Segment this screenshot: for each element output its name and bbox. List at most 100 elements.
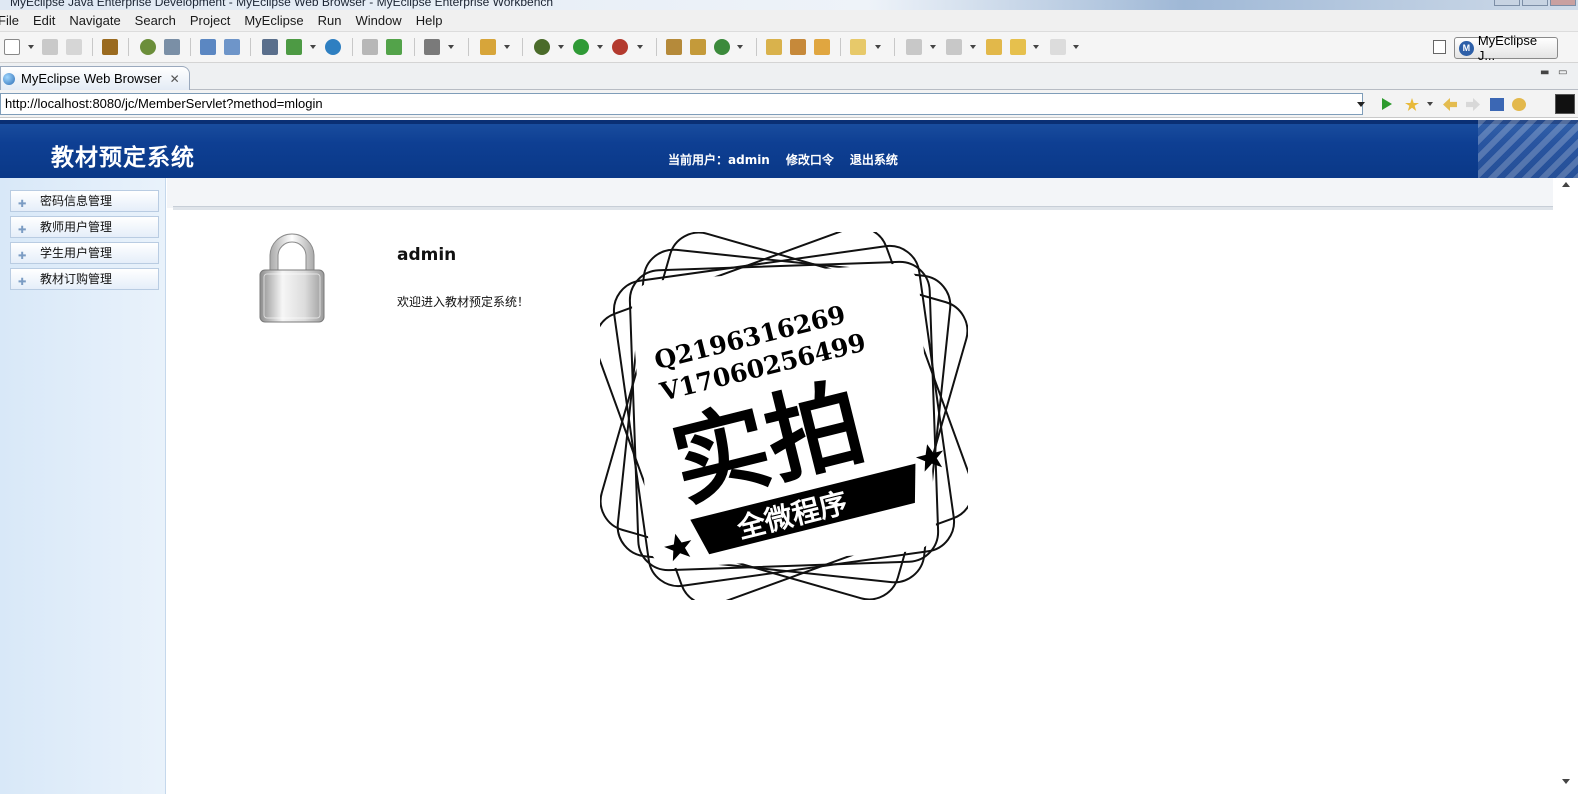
package-icon[interactable] bbox=[102, 39, 118, 55]
editor-tab-bar: MyEclipse Web Browser ✕ ▬ ▭ bbox=[0, 63, 1578, 90]
open-perspective-icon[interactable] bbox=[1433, 40, 1446, 54]
external-tools-icon[interactable] bbox=[612, 39, 628, 55]
scroll-down-icon[interactable] bbox=[1562, 779, 1570, 784]
menu-myeclipse[interactable]: MyEclipse bbox=[237, 13, 310, 28]
server-icon[interactable] bbox=[164, 39, 180, 55]
print-icon[interactable] bbox=[66, 39, 82, 55]
menu-navigate[interactable]: Navigate bbox=[62, 13, 127, 28]
tab-label: MyEclipse Web Browser bbox=[21, 71, 162, 86]
toolbar-separator bbox=[840, 38, 841, 56]
chevron-down-icon[interactable] bbox=[1427, 102, 1433, 106]
main-toolbar: M MyEclipse J... bbox=[0, 32, 1578, 63]
prev-annotation-icon[interactable] bbox=[946, 39, 962, 55]
browser-globe-icon[interactable] bbox=[325, 39, 341, 55]
header-stripe bbox=[0, 120, 1578, 124]
add-icon[interactable] bbox=[386, 39, 402, 55]
chevron-down-icon[interactable] bbox=[637, 45, 643, 49]
chevron-down-icon[interactable] bbox=[875, 45, 881, 49]
close-window-button[interactable] bbox=[1550, 0, 1576, 6]
forward-icon[interactable] bbox=[1466, 98, 1480, 111]
new-wizard-alt-icon[interactable] bbox=[224, 39, 240, 55]
toolbar-separator bbox=[92, 38, 93, 56]
sidebar-item-orders[interactable]: ✚ 教材订购管理 bbox=[10, 268, 159, 290]
lock-icon bbox=[259, 233, 325, 323]
chevron-down-icon[interactable] bbox=[1033, 45, 1039, 49]
search-tool-icon[interactable] bbox=[790, 39, 806, 55]
save-icon[interactable] bbox=[42, 39, 58, 55]
bullet-icon: ✚ bbox=[18, 251, 27, 262]
perspective-myeclipse-button[interactable]: M MyEclipse J... bbox=[1454, 33, 1558, 63]
menu-search[interactable]: Search bbox=[128, 13, 183, 28]
chevron-down-icon[interactable] bbox=[448, 45, 454, 49]
url-input[interactable]: http://localhost:8080/jc/MemberServlet?m… bbox=[0, 93, 1363, 115]
folder-icon[interactable] bbox=[850, 39, 866, 55]
minimize-button[interactable] bbox=[1494, 0, 1520, 6]
menu-window[interactable]: Window bbox=[348, 13, 408, 28]
browser-menu-button[interactable] bbox=[1555, 94, 1575, 114]
run-icon[interactable] bbox=[573, 39, 589, 55]
window-title: MyEclipse Java Enterprise Development - … bbox=[10, 0, 554, 9]
close-icon[interactable]: ✕ bbox=[170, 72, 180, 86]
menu-run[interactable]: Run bbox=[311, 13, 349, 28]
change-password-link[interactable]: 修改口令 bbox=[786, 151, 834, 168]
scroll-up-icon[interactable] bbox=[1562, 182, 1570, 187]
menu-help[interactable]: Help bbox=[409, 13, 450, 28]
logout-link[interactable]: 退出系统 bbox=[850, 151, 898, 168]
chevron-down-icon[interactable] bbox=[504, 45, 510, 49]
chevron-down-icon[interactable] bbox=[28, 45, 34, 49]
menu-project[interactable]: Project bbox=[183, 13, 237, 28]
welcome-username: admin bbox=[397, 245, 457, 265]
screenshot-icon[interactable] bbox=[424, 39, 440, 55]
open-type-icon[interactable] bbox=[362, 39, 378, 55]
new-interface-icon[interactable] bbox=[714, 39, 730, 55]
sidebar-item-label: 教材订购管理 bbox=[40, 272, 113, 286]
header-decoration bbox=[1478, 120, 1578, 178]
new-icon[interactable] bbox=[4, 39, 20, 55]
sidebar-item-students[interactable]: ✚ 学生用户管理 bbox=[10, 242, 159, 264]
menu-file[interactable]: File bbox=[0, 13, 26, 28]
minimize-view-icon[interactable]: ▬ bbox=[1540, 67, 1549, 78]
window-titlebar: MyEclipse Java Enterprise Development - … bbox=[0, 0, 1578, 10]
tab-web-browser[interactable]: MyEclipse Web Browser ✕ bbox=[0, 66, 190, 90]
debug-bug-icon[interactable] bbox=[534, 39, 550, 55]
maximize-button[interactable] bbox=[1522, 0, 1548, 6]
back-icon[interactable] bbox=[1443, 98, 1457, 111]
open-file-icon[interactable] bbox=[814, 39, 830, 55]
new-class-icon[interactable] bbox=[690, 39, 706, 55]
debug-icon[interactable] bbox=[140, 39, 156, 55]
watermark-stamp: Q2196316269 V17060256499 实拍 全微程序 bbox=[600, 232, 968, 600]
open-folder-icon[interactable] bbox=[766, 39, 782, 55]
favorites-icon[interactable] bbox=[1405, 98, 1419, 111]
user-bar: 当前用户：admin 修改口令 退出系统 bbox=[668, 151, 898, 168]
chevron-down-icon[interactable] bbox=[597, 45, 603, 49]
vertical-scrollbar[interactable] bbox=[1553, 178, 1578, 794]
content-divider bbox=[173, 206, 1553, 210]
sidebar-item-password[interactable]: ✚ 密码信息管理 bbox=[10, 190, 159, 212]
bullet-icon: ✚ bbox=[18, 199, 27, 210]
go-icon[interactable] bbox=[1382, 98, 1392, 110]
task-icon[interactable] bbox=[480, 39, 496, 55]
new-package-icon[interactable] bbox=[666, 39, 682, 55]
chevron-down-icon[interactable] bbox=[970, 45, 976, 49]
sidebar-item-label: 学生用户管理 bbox=[40, 246, 113, 260]
welcome-message: 欢迎进入教材预定系统！ bbox=[397, 295, 530, 309]
chevron-down-icon[interactable] bbox=[558, 45, 564, 49]
stop-icon[interactable] bbox=[1490, 98, 1504, 111]
deploy-icon[interactable] bbox=[262, 39, 278, 55]
next-annotation-icon[interactable] bbox=[906, 39, 922, 55]
chevron-down-icon[interactable] bbox=[930, 45, 936, 49]
last-edit-icon[interactable] bbox=[986, 39, 1002, 55]
menu-edit[interactable]: Edit bbox=[26, 13, 62, 28]
server-run-icon[interactable] bbox=[286, 39, 302, 55]
refresh-icon[interactable] bbox=[1512, 98, 1526, 111]
new-wizard-icon[interactable] bbox=[200, 39, 216, 55]
forward-arrow-icon[interactable] bbox=[1050, 39, 1066, 55]
url-history-dropdown-icon[interactable] bbox=[1357, 102, 1365, 107]
chevron-down-icon[interactable] bbox=[1073, 45, 1079, 49]
back-arrow-icon[interactable] bbox=[1010, 39, 1026, 55]
chevron-down-icon[interactable] bbox=[310, 45, 316, 49]
chevron-down-icon[interactable] bbox=[737, 45, 743, 49]
system-title: 教材预定系统 bbox=[51, 145, 195, 171]
maximize-view-icon[interactable]: ▭ bbox=[1558, 67, 1567, 78]
sidebar-item-teachers[interactable]: ✚ 教师用户管理 bbox=[10, 216, 159, 238]
